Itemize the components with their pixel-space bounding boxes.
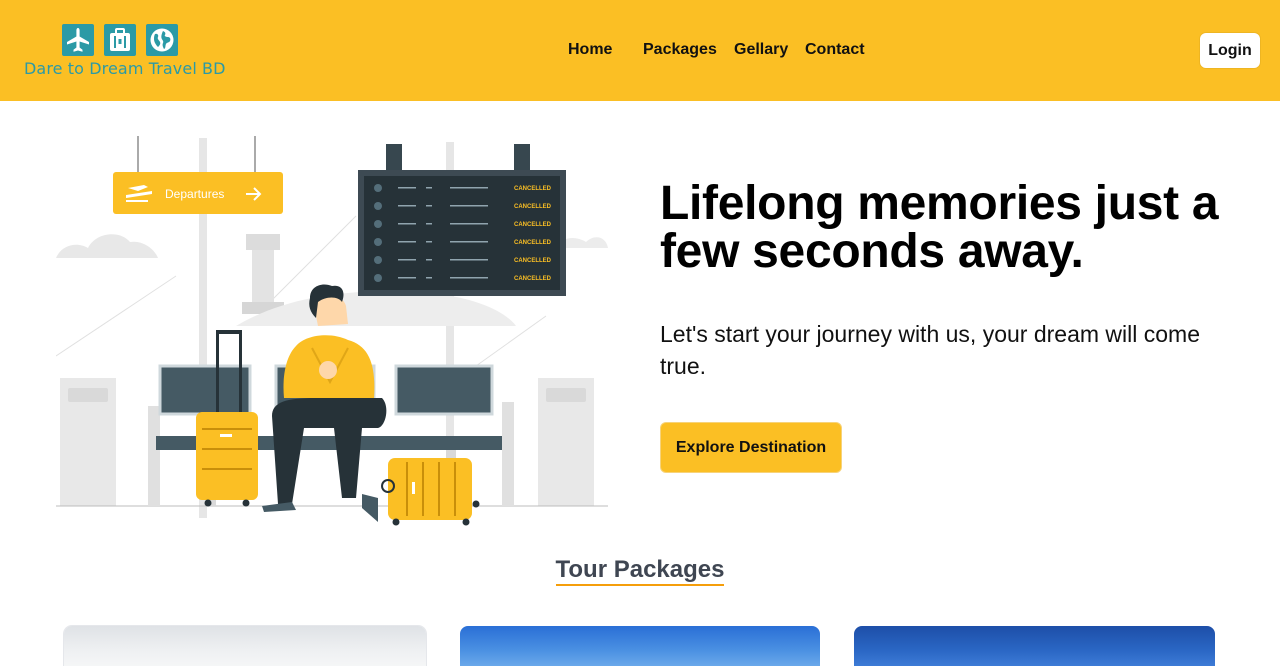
tour-packages-heading: Tour Packages xyxy=(0,556,1280,586)
nav-home[interactable]: Home xyxy=(568,40,612,60)
package-card-2[interactable] xyxy=(460,626,820,666)
nav-packages[interactable]: Packages xyxy=(643,40,717,60)
brand-logo[interactable]: Dare to Dream Travel BD xyxy=(24,24,226,80)
board-status-1: CANCELLED xyxy=(514,186,552,192)
nav-gallery[interactable]: Gellary xyxy=(734,40,788,60)
board-status-6: CANCELLED xyxy=(514,276,552,282)
board-status-2: CANCELLED xyxy=(514,204,552,210)
hero-title: Lifelong memories just a few seconds awa… xyxy=(660,177,1219,278)
board-status-5: CANCELLED xyxy=(514,258,552,264)
airplane-icon xyxy=(62,24,94,56)
suitcase-icon xyxy=(104,24,136,56)
hero-illustration: Departures CANCELLED CANCELLED CANCELLED… xyxy=(55,136,616,528)
tour-packages-title: Tour Packages xyxy=(555,556,725,586)
login-button[interactable]: Login xyxy=(1200,33,1260,68)
navbar: Dare to Dream Travel BD Home Packages Ge… xyxy=(0,0,1280,101)
board-status-3: CANCELLED xyxy=(514,222,552,228)
brand-name: Dare to Dream Travel BD xyxy=(24,59,226,78)
board-status-4: CANCELLED xyxy=(514,240,552,246)
globe-icon xyxy=(146,24,178,56)
package-card-3[interactable] xyxy=(854,626,1215,666)
explore-destination-button[interactable]: Explore Destination xyxy=(660,422,842,473)
hero-subtitle: Let's start your journey with us, your d… xyxy=(660,321,1200,379)
logo-icons xyxy=(62,24,202,58)
package-card-1[interactable] xyxy=(64,626,426,666)
departures-sign-text: Departures xyxy=(165,187,224,201)
nav-contact[interactable]: Contact xyxy=(805,40,865,60)
